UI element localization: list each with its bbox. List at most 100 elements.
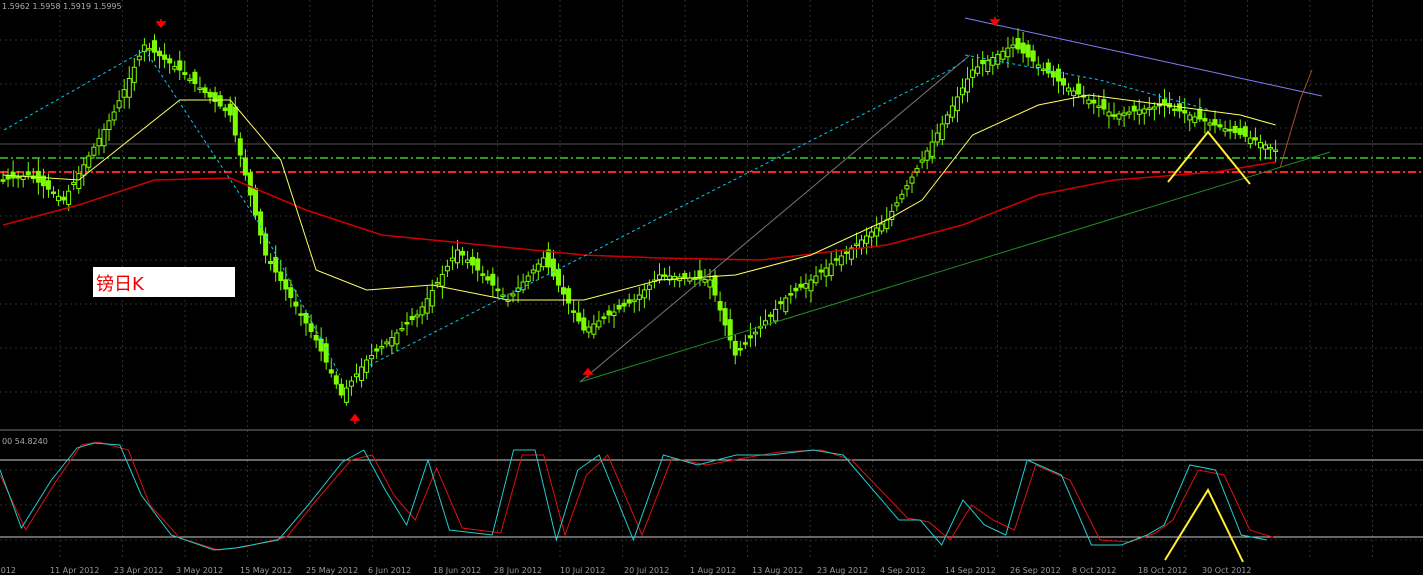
candle-body	[61, 196, 67, 201]
candle-body	[1091, 99, 1097, 104]
candle-body	[975, 66, 981, 74]
candle-body	[232, 106, 238, 136]
candle-body	[985, 60, 991, 72]
candle-body	[485, 276, 491, 281]
candle-body	[475, 258, 481, 271]
candle-body	[343, 387, 349, 403]
x-tick-label: 18 Oct 2012	[1138, 566, 1187, 575]
candle-body	[535, 263, 541, 272]
candle-body	[1121, 112, 1127, 116]
candle-body	[172, 65, 178, 70]
candle-body	[727, 319, 733, 341]
candle-body	[1222, 128, 1228, 132]
candle-body	[864, 235, 869, 244]
candle-body	[1217, 124, 1223, 128]
candle-body	[636, 294, 642, 300]
candle-body	[828, 263, 834, 276]
candle-body	[929, 141, 935, 157]
candle-body	[192, 71, 198, 85]
candle-body	[1273, 149, 1279, 152]
candle-body	[152, 40, 157, 53]
candle-body	[596, 320, 602, 328]
candle-body	[909, 176, 915, 184]
forex-chart: 1.5962 1.5958 1.5919 1.5995 00 54.8240 M…	[0, 0, 1423, 575]
candle-body	[798, 283, 804, 288]
candle-body	[712, 275, 718, 296]
candle-body	[823, 267, 829, 277]
candle-body	[1015, 38, 1021, 50]
candle-body	[116, 100, 122, 109]
candle-body	[222, 107, 228, 111]
candle-body	[970, 69, 976, 78]
candle-body	[601, 316, 607, 319]
candle-body	[1025, 44, 1031, 58]
candle-body	[71, 181, 77, 185]
candle-body	[136, 55, 142, 61]
candle-body	[904, 185, 910, 190]
candle-body	[283, 279, 289, 290]
channel-line-dashed	[369, 59, 966, 366]
candle-body	[859, 239, 864, 249]
candle-body	[167, 58, 173, 64]
candle-body	[581, 317, 587, 331]
signal-arrow	[582, 367, 594, 378]
trend-line-gray	[579, 54, 971, 383]
x-tick-label: 25 May 2012	[306, 566, 358, 575]
x-tick-label: 14 Sep 2012	[945, 566, 996, 575]
candle-body	[379, 346, 385, 349]
candle-body	[939, 123, 945, 141]
candle-body	[515, 287, 521, 292]
candle-body	[424, 298, 430, 314]
candle-body	[1000, 50, 1006, 60]
candle-body	[56, 195, 61, 202]
moving-average-slow	[2, 161, 1276, 261]
candle-body	[556, 268, 561, 286]
price-panel	[0, 17, 1423, 424]
candle-body	[207, 91, 213, 98]
candle-body	[1086, 99, 1092, 105]
x-tick-label: 1 Aug 2012	[690, 566, 736, 575]
candle-body	[394, 332, 400, 345]
oscillator-panel	[0, 441, 1423, 563]
candle-body	[646, 284, 652, 290]
candle-body	[1146, 107, 1152, 110]
x-tick-label: 13 Aug 2012	[752, 566, 803, 575]
candle-body	[1106, 111, 1112, 117]
candle-body	[364, 359, 370, 373]
x-tick-label: Mar 2012	[0, 566, 16, 575]
candle-body	[1227, 128, 1233, 132]
candle-body	[621, 302, 627, 307]
candle-body	[899, 193, 905, 200]
candle-body	[550, 258, 556, 277]
candle-body	[323, 343, 329, 363]
candle-body	[1045, 62, 1051, 74]
candle-body	[96, 137, 102, 147]
candle-body	[303, 313, 309, 324]
candle-body	[1232, 125, 1238, 134]
candle-body	[611, 311, 617, 316]
candle-body	[793, 287, 799, 292]
candle-body	[258, 211, 264, 236]
candle-body	[126, 78, 132, 98]
candle-body	[1005, 47, 1011, 58]
channel-line-dashed	[3, 49, 341, 376]
candle-body	[374, 348, 380, 352]
candle-body	[778, 301, 784, 305]
candle-body	[1030, 50, 1036, 62]
candle-body	[662, 274, 667, 277]
candle-body	[217, 95, 223, 107]
signal-arrow	[155, 19, 167, 29]
candle-body	[960, 87, 965, 96]
candle-body	[980, 59, 986, 65]
candle-body	[227, 103, 233, 116]
x-tick-label: 20 Jul 2012	[624, 566, 669, 575]
candle-body	[631, 299, 637, 303]
candle-body	[843, 251, 849, 254]
candle-body	[838, 255, 844, 266]
candle-body	[1035, 64, 1041, 68]
candle-body	[338, 383, 344, 396]
candle-body	[1141, 108, 1147, 114]
candle-body	[586, 326, 592, 333]
candle-body	[990, 57, 996, 66]
candle-body	[81, 164, 87, 176]
